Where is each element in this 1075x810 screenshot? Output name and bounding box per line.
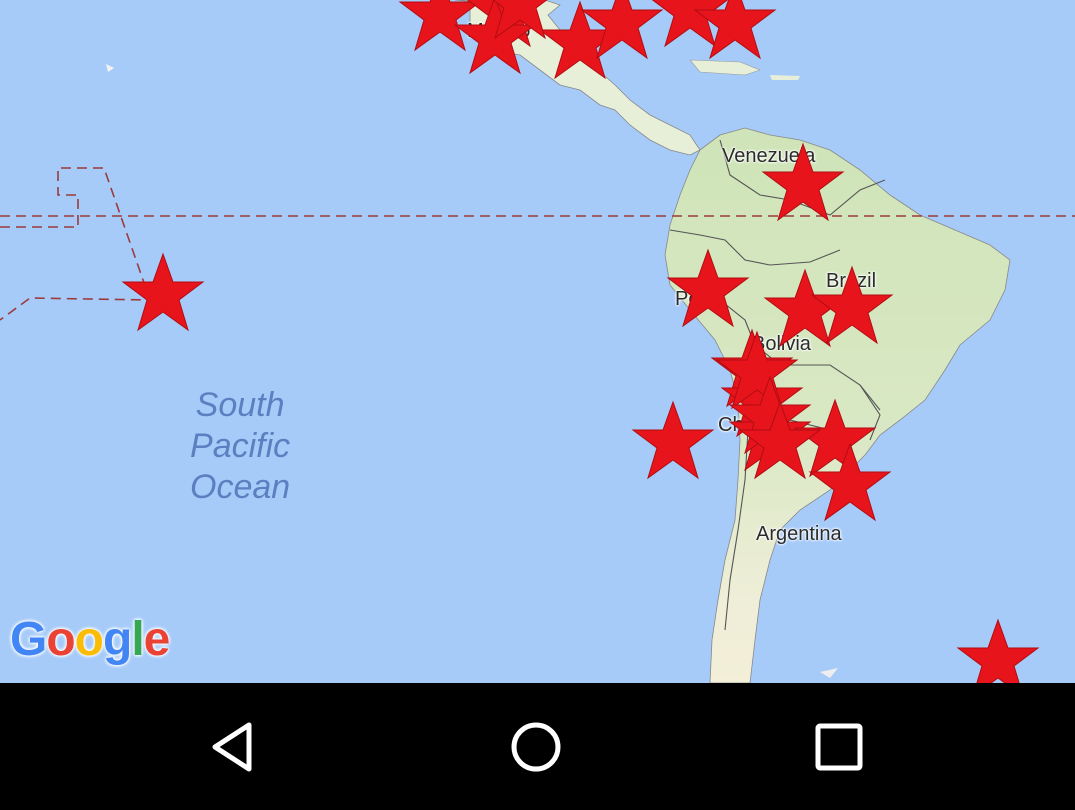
- map-marker[interactable]: [761, 142, 845, 222]
- label-argentina: Argentina: [756, 523, 842, 545]
- red-star-icon: [738, 400, 822, 480]
- map-marker[interactable]: [693, 0, 777, 60]
- island: [106, 64, 114, 72]
- recents-button[interactable]: [779, 683, 899, 810]
- red-star-icon: [693, 0, 777, 60]
- recents-icon: [815, 723, 863, 770]
- map-marker[interactable]: [738, 400, 822, 480]
- app-screen: México Venezuela Peru Brazil Bolivia Chi…: [0, 0, 1075, 810]
- label-south-pacific-ocean: South Pacific Ocean: [190, 385, 290, 508]
- navigation-bar: [0, 683, 1075, 810]
- red-star-icon: [492, 0, 548, 40]
- ocean-label-line: Ocean: [190, 468, 291, 506]
- google-logo-letter: l: [131, 613, 144, 666]
- home-icon: [511, 722, 561, 771]
- ocean-label-line: South: [195, 386, 285, 424]
- google-logo-letter: o: [46, 613, 75, 666]
- map-view[interactable]: México Venezuela Peru Brazil Bolivia Chi…: [0, 0, 1075, 683]
- home-button[interactable]: [476, 683, 596, 810]
- google-logo-letter: o: [74, 613, 104, 666]
- red-star-icon: [761, 142, 845, 222]
- red-star-icon: [810, 265, 894, 345]
- google-logo: Google: [10, 612, 171, 667]
- back-button[interactable]: [175, 683, 295, 810]
- caribbean-island: [689, 59, 761, 76]
- map-marker[interactable]: [478, 0, 562, 40]
- map-marker[interactable]: [810, 265, 894, 345]
- map-marker[interactable]: [956, 618, 1040, 683]
- google-logo-letter: g: [103, 613, 132, 666]
- red-star-icon: [956, 618, 1040, 683]
- google-logo-letter: e: [143, 613, 171, 666]
- caribbean-island: [770, 75, 800, 80]
- map-marker[interactable]: [631, 400, 715, 480]
- red-star-icon: [631, 400, 715, 480]
- map-marker[interactable]: [121, 252, 205, 332]
- island: [820, 668, 838, 678]
- google-logo-letter: G: [10, 613, 47, 666]
- back-icon: [212, 722, 252, 771]
- red-star-icon: [121, 252, 205, 332]
- map-marker[interactable]: [666, 248, 750, 328]
- basemap: [0, 0, 1075, 683]
- red-star-icon: [666, 248, 750, 328]
- ocean-label-line: Pacific: [190, 427, 291, 465]
